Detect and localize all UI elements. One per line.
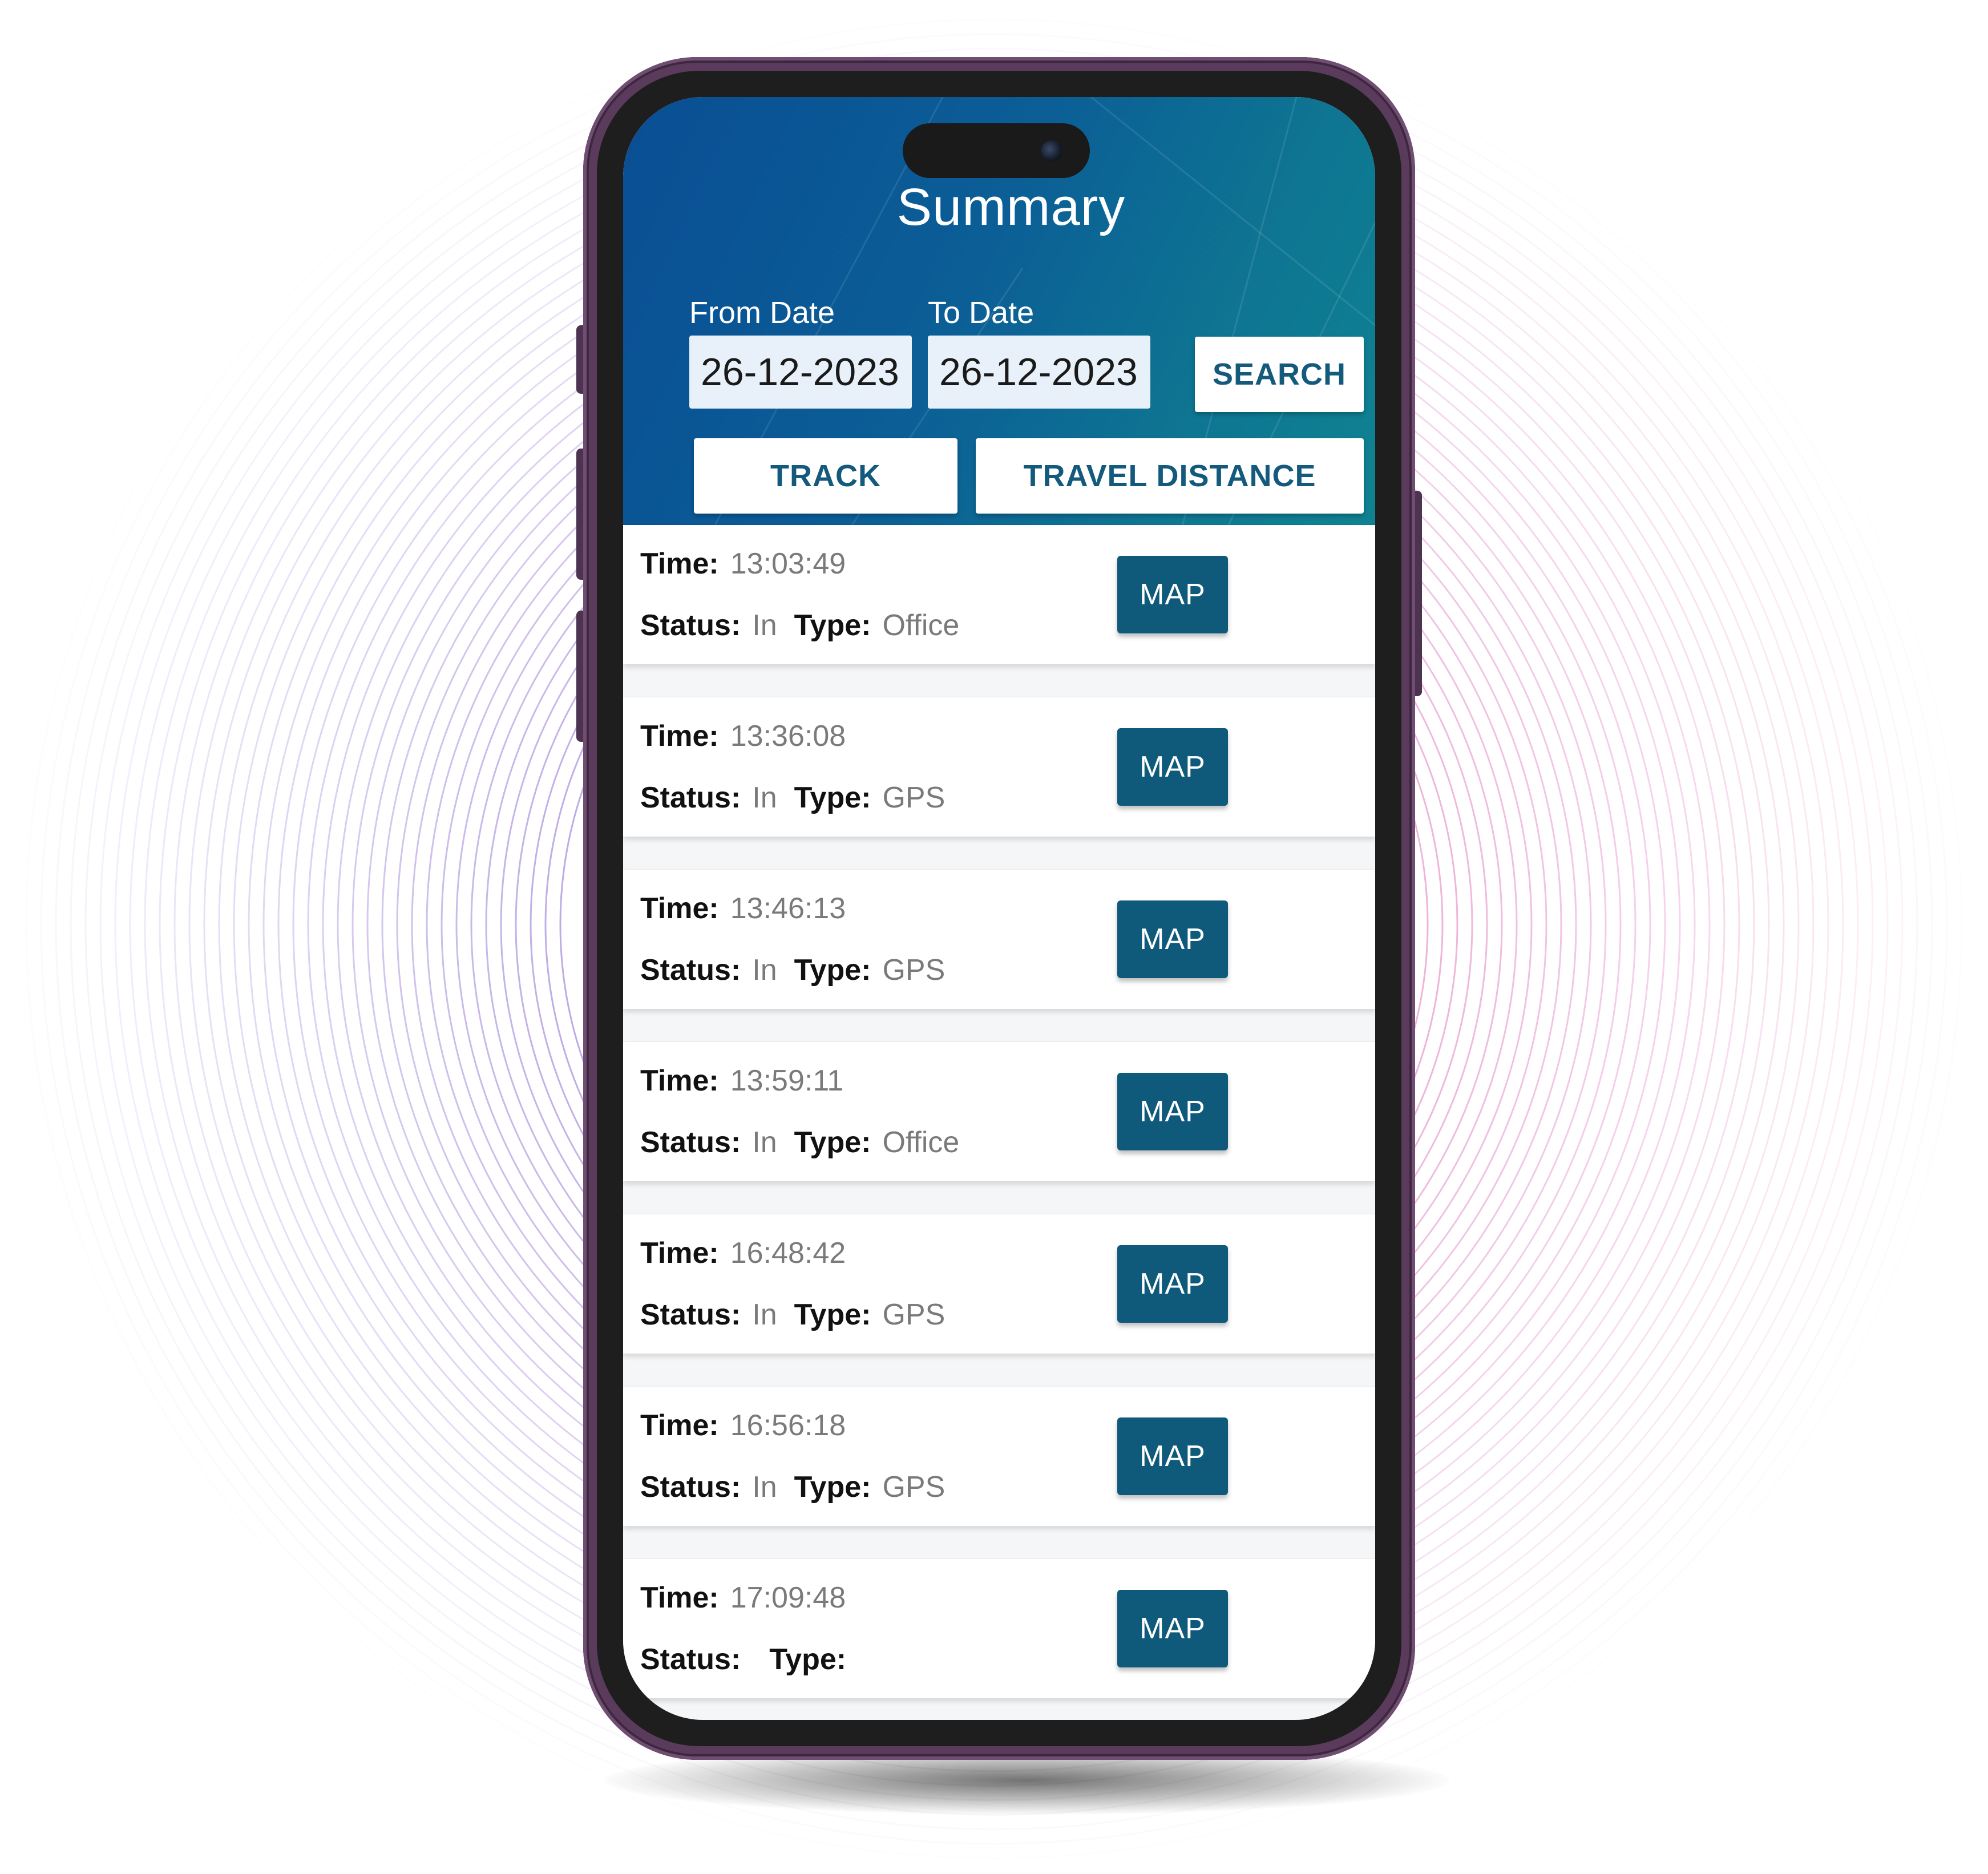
status-label: Status: — [640, 781, 741, 814]
time-row: Time: 13:46:13 — [640, 891, 846, 926]
type-value: Office — [882, 609, 960, 642]
time-row: Time: 16:48:42 — [640, 1236, 846, 1270]
map-button[interactable]: MAP — [1117, 728, 1228, 806]
type-value: GPS — [882, 781, 945, 814]
type-value: GPS — [882, 1471, 945, 1504]
type-label: Type: — [794, 609, 871, 642]
time-label: Time: — [640, 892, 719, 925]
to-date-label: To Date — [928, 296, 1035, 330]
map-button[interactable]: MAP — [1117, 1073, 1228, 1150]
time-label: Time: — [640, 720, 719, 753]
time-label: Time: — [640, 1581, 719, 1614]
time-row: Time: 17:09:48 — [640, 1581, 846, 1615]
type-label: Type: — [794, 1471, 871, 1504]
type-label: Type: — [794, 1298, 871, 1331]
time-value: 13:59:11 — [730, 1064, 844, 1097]
list-item: Time: 13:59:11 Status: In Type: Office MAP — [623, 1042, 1375, 1181]
time-row: Time: 13:03:49 — [640, 547, 846, 581]
time-value: 13:36:08 — [730, 720, 846, 753]
list-item: Time: 16:56:18 Status: In Type: GPS MAP — [623, 1387, 1375, 1526]
status-row: Status: Type: — [640, 1642, 858, 1677]
type-value: GPS — [882, 1298, 945, 1331]
time-label: Time: — [640, 1409, 719, 1442]
time-value: 16:56:18 — [730, 1409, 846, 1442]
map-button[interactable]: MAP — [1117, 1245, 1228, 1323]
map-button[interactable]: MAP — [1117, 1417, 1228, 1495]
type-label: Type: — [769, 1643, 847, 1676]
time-value: 13:03:49 — [730, 547, 846, 580]
camera-icon — [1041, 140, 1062, 162]
status-row: Status: In Type: GPS — [640, 1298, 945, 1332]
status-row: Status: In Type: GPS — [640, 1470, 945, 1504]
status-label: Status: — [640, 1126, 741, 1159]
status-value: In — [752, 954, 777, 987]
time-value: 16:48:42 — [730, 1237, 846, 1270]
status-label: Status: — [640, 1471, 741, 1504]
time-value: 13:46:13 — [730, 892, 846, 925]
to-date-input[interactable] — [928, 336, 1150, 409]
status-label: Status: — [640, 1298, 741, 1331]
track-button[interactable]: TRACK — [694, 438, 957, 514]
type-value: GPS — [882, 954, 945, 987]
status-row: Status: In Type: GPS — [640, 781, 945, 815]
status-row: Status: In Type: GPS — [640, 953, 945, 987]
time-value: 17:09:48 — [730, 1581, 846, 1614]
from-date-label: From Date — [689, 296, 835, 330]
map-button[interactable]: MAP — [1117, 556, 1228, 633]
status-label: Status: — [640, 954, 741, 987]
dynamic-island — [903, 123, 1090, 178]
list-item: Time: 13:46:13 Status: In Type: GPS MAP — [623, 870, 1375, 1009]
time-row: Time: 13:59:11 — [640, 1064, 843, 1098]
status-value: In — [752, 781, 777, 814]
travel-distance-button[interactable]: TRAVEL DISTANCE — [976, 438, 1364, 514]
status-value: In — [752, 1298, 777, 1331]
status-label: Status: — [640, 609, 741, 642]
time-label: Time: — [640, 1064, 719, 1097]
type-label: Type: — [794, 1126, 871, 1159]
map-button[interactable]: MAP — [1117, 1590, 1228, 1667]
list-item: Time: 13:03:49 Status: In Type: Office MAP — [623, 525, 1375, 664]
search-button[interactable]: SEARCH — [1195, 337, 1364, 412]
page-title: Summary — [896, 178, 1126, 236]
type-label: Type: — [794, 781, 871, 814]
phone-screen: Summary From Date To Date SEARCH TRACK T… — [623, 97, 1375, 1720]
time-label: Time: — [640, 547, 719, 580]
type-label: Type: — [794, 954, 871, 987]
time-row: Time: 13:36:08 — [640, 719, 846, 753]
list-item: Time: 17:09:48 Status: Type: MAP — [623, 1559, 1375, 1698]
map-button[interactable]: MAP — [1117, 900, 1228, 978]
list-item: Time: 13:36:08 Status: In Type: GPS MAP — [623, 697, 1375, 837]
status-row: Status: In Type: Office — [640, 608, 959, 643]
from-date-input[interactable] — [689, 336, 912, 409]
time-label: Time: — [640, 1237, 719, 1270]
status-row: Status: In Type: Office — [640, 1125, 959, 1160]
time-row: Time: 16:56:18 — [640, 1408, 846, 1443]
status-value: In — [752, 1126, 777, 1159]
status-label: Status: — [640, 1643, 741, 1676]
status-value: In — [752, 1471, 777, 1504]
type-value: Office — [882, 1126, 960, 1159]
list-item: Time: 16:48:42 Status: In Type: GPS MAP — [623, 1214, 1375, 1354]
header: Summary From Date To Date SEARCH TRACK T… — [623, 97, 1375, 526]
status-value: In — [752, 609, 777, 642]
